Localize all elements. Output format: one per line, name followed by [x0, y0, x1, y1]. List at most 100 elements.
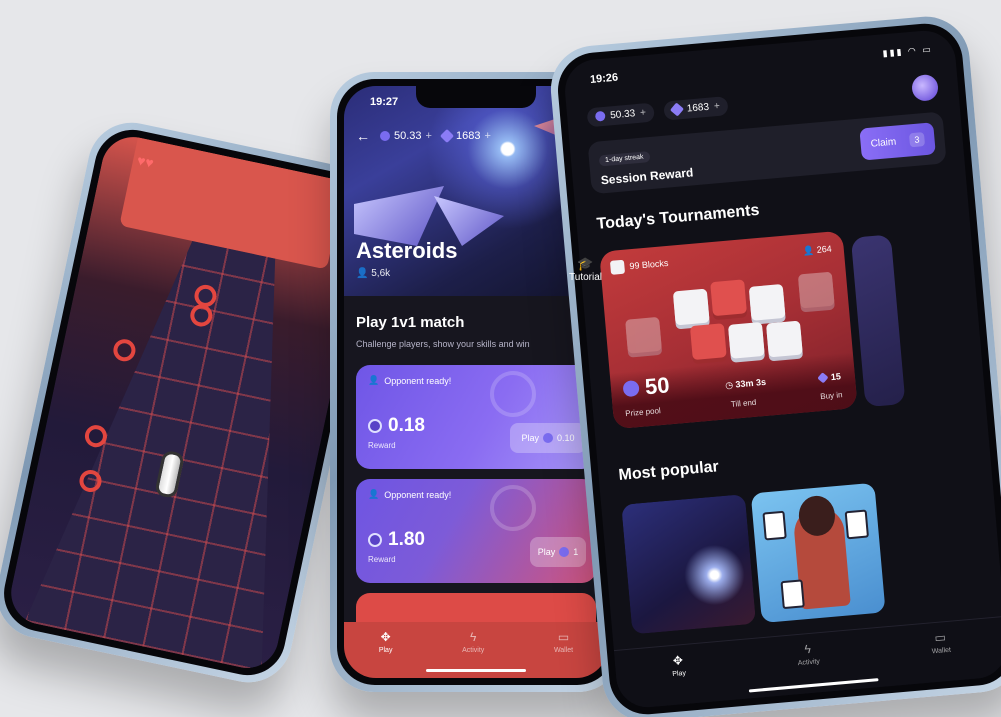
currency-primary[interactable]: 50.33 + — [586, 102, 655, 127]
coin-icon — [368, 533, 382, 547]
buy-in: 15 — [817, 371, 842, 384]
add-currency-icon[interactable]: + — [426, 130, 432, 142]
lives-hearts: ♥♥ — [135, 151, 156, 172]
phone-bezel: 19:26 ▮▮▮ ◠ ▭ 50.33 + 1683 + 1-day strea… — [554, 20, 1001, 717]
match-section: Play 1v1 match Challenge players, show y… — [344, 296, 608, 678]
tab-label: Wallet — [931, 646, 952, 656]
home-indicator — [748, 678, 879, 693]
status-icons: ▮▮▮ ◠ ▭ — [882, 44, 934, 59]
tab-activity[interactable]: ϟ Activity — [462, 630, 484, 654]
game-block — [689, 323, 727, 361]
coin-icon — [380, 131, 390, 141]
playing-card — [762, 510, 787, 541]
currency-primary-value: 50.33 — [609, 107, 636, 121]
streak-badge: 1-day streak — [598, 151, 650, 167]
bottom-tab-bar: ✥ Play ϟ Activity ▭ Wallet — [344, 622, 608, 678]
home-screen: 19:26 ▮▮▮ ◠ ▭ 50.33 + 1683 + 1-day strea… — [562, 28, 1001, 710]
tutorial-button[interactable]: 🎓 Tutorial — [569, 256, 602, 283]
phone-right: 19:26 ▮▮▮ ◠ ▭ 50.33 + 1683 + 1-day strea… — [547, 12, 1001, 717]
match-card[interactable]: 👤 Opponent ready! 0.18 Reward Play 0.10 — [356, 365, 596, 469]
bolt-icon: ϟ — [803, 641, 812, 657]
add-gems-icon[interactable]: + — [713, 100, 720, 111]
currency-secondary-value: 1683 — [455, 130, 481, 142]
asteroid-shard — [354, 186, 444, 246]
back-arrow-icon[interactable]: ← — [356, 128, 370, 144]
play-match-button[interactable]: Play 0.10 — [510, 423, 586, 453]
clock-icon: ◷ — [724, 379, 734, 391]
playing-card — [844, 509, 869, 540]
tab-activity[interactable]: ϟ Activity — [796, 641, 821, 667]
play-cost: 0.10 — [556, 433, 575, 443]
popular-game-cards[interactable] — [750, 482, 886, 624]
match-card[interactable]: 👤 Opponent ready! 1.80 Reward Play 1 — [356, 479, 596, 583]
user-icon: 👤 — [368, 489, 380, 499]
avatar[interactable] — [910, 73, 940, 102]
game-block — [797, 271, 835, 309]
opponent-status-text: Opponent ready! — [384, 375, 452, 386]
game-block — [748, 283, 786, 321]
reward-amount: 1.80 — [368, 529, 425, 551]
opponent-status-text: Opponent ready! — [384, 489, 452, 500]
add-gems-icon[interactable]: + — [484, 130, 490, 142]
gamepad-icon: ✥ — [672, 653, 684, 668]
reward-amount-value: 1.80 — [388, 529, 425, 550]
currency-primary-value: 50.33 — [394, 130, 422, 142]
claim-button[interactable]: Claim 3 — [859, 122, 936, 161]
tab-label: Play — [378, 647, 393, 654]
game-block — [672, 288, 710, 326]
phone-notch — [416, 86, 536, 108]
user-icon: 👤 — [356, 268, 369, 279]
gem-icon — [669, 102, 684, 117]
tab-label: Activity — [462, 647, 485, 654]
reward-amount: 0.18 — [368, 415, 425, 437]
tournament-card[interactable]: 99 Blocks 👤 264 50 Prize pool ◷ 33m 3s T… — [599, 230, 858, 430]
tutorial-label: Tutorial — [569, 272, 602, 283]
play-label: Play — [537, 547, 556, 557]
currency-secondary[interactable]: 1683 + — [663, 95, 729, 121]
tournament-game: 99 Blocks — [609, 256, 669, 275]
coin-icon — [594, 110, 606, 122]
playing-card — [780, 579, 805, 610]
prize-pool: 50 — [622, 372, 671, 402]
game-screen: ♥♥ OF — [5, 131, 375, 674]
claim-count: 3 — [908, 132, 926, 148]
bolt-icon: ϟ — [470, 630, 477, 644]
player-count: 👤 5,6k — [356, 268, 390, 279]
most-popular-heading: Most popular — [617, 458, 720, 484]
buy-in-value: 15 — [830, 371, 842, 383]
reward-label: Reward — [368, 441, 396, 450]
status-time: 19:27 — [370, 96, 399, 108]
opponent-status: 👤 Opponent ready! — [368, 375, 584, 386]
game-title: Asteroids — [356, 238, 458, 263]
phone-bezel: ♥♥ OF — [0, 122, 383, 683]
currency-primary[interactable]: 50.33 + — [380, 130, 432, 142]
tab-wallet[interactable]: ▭ Wallet — [930, 630, 952, 656]
mockup-scene: ♥♥ OF 19:27 ← 50.33 + — [0, 0, 1001, 717]
tab-wallet[interactable]: ▭ Wallet — [554, 630, 573, 654]
tournament-card-peek[interactable] — [850, 234, 906, 408]
coin-icon — [368, 419, 382, 433]
section-title: Play 1v1 match — [356, 314, 465, 331]
currency-secondary-value: 1683 — [686, 101, 710, 115]
tournament-players-value: 264 — [816, 243, 833, 255]
user-icon: 👤 — [802, 245, 815, 257]
play-match-button[interactable]: Play 1 — [530, 537, 586, 567]
add-currency-icon[interactable]: + — [640, 107, 647, 118]
home-indicator — [426, 669, 526, 672]
game-block — [710, 279, 747, 317]
tab-label: Wallet — [553, 647, 574, 654]
graduation-cap-icon: 🎓 — [577, 256, 594, 271]
opponent-status: 👤 Opponent ready! — [368, 489, 584, 500]
game-block — [625, 316, 662, 354]
popular-game-asteroids[interactable] — [621, 494, 757, 635]
coin-icon — [559, 547, 570, 557]
tournaments-heading: Today's Tournaments — [595, 201, 761, 233]
gem-icon — [439, 128, 455, 144]
tab-play[interactable]: ✥ Play — [671, 653, 686, 678]
buy-in-label: Buy in — [819, 390, 843, 402]
currency-secondary[interactable]: 1683 + — [439, 128, 491, 144]
wallet-icon: ▭ — [933, 630, 947, 646]
gem-icon — [817, 372, 829, 384]
player-count-value: 5,6k — [371, 268, 391, 279]
tab-play[interactable]: ✥ Play — [379, 630, 393, 654]
